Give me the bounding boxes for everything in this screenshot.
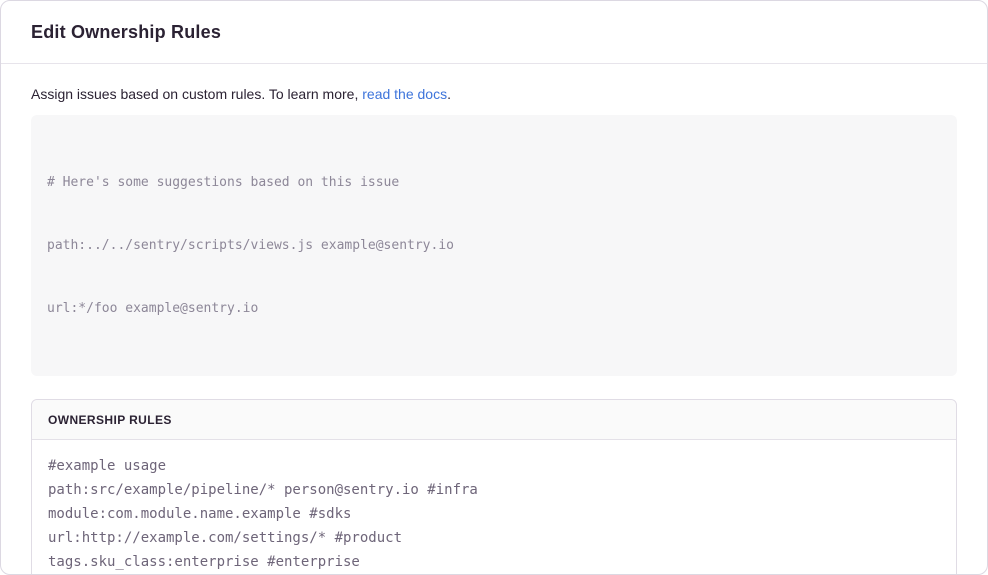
description-text: Assign issues based on custom rules. To … xyxy=(31,86,362,102)
description: Assign issues based on custom rules. To … xyxy=(31,86,957,103)
dialog-title: Edit Ownership Rules xyxy=(31,22,221,43)
suggestion-code-line: # Here's some suggestions based on this … xyxy=(47,172,941,193)
read-the-docs-link[interactable]: read the docs xyxy=(362,86,447,102)
description-suffix: . xyxy=(447,86,451,102)
ownership-rules-panel: OWNERSHIP RULES #example usage path:src/… xyxy=(31,399,957,575)
dialog-header: Edit Ownership Rules xyxy=(1,1,987,64)
dialog-body: Assign issues based on custom rules. To … xyxy=(1,64,987,575)
ownership-rules-panel-header: OWNERSHIP RULES xyxy=(32,400,956,440)
suggestion-code-line: url:*/foo example@sentry.io xyxy=(47,298,941,319)
suggestion-code-line: path:../../sentry/scripts/views.js examp… xyxy=(47,235,941,256)
suggestions-code-block: # Here's some suggestions based on this … xyxy=(31,115,957,376)
edit-ownership-rules-dialog: Edit Ownership Rules Assign issues based… xyxy=(0,0,988,575)
ownership-rules-textarea[interactable]: #example usage path:src/example/pipeline… xyxy=(32,440,956,575)
